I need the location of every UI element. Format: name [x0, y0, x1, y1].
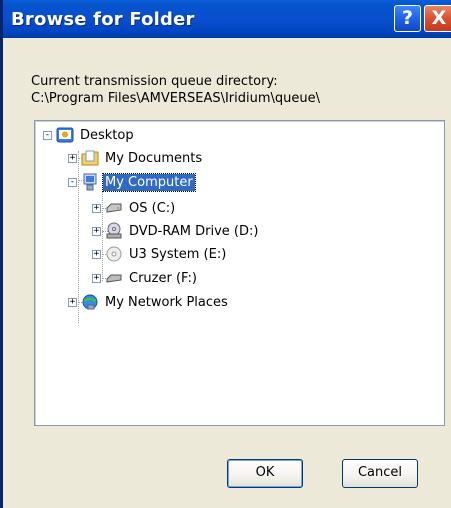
browse-for-folder-dialog: Browse for Folder ? X Current transmissi…	[0, 0, 451, 508]
folder-tree[interactable]: - Desktop + My Documents - My Computer +…	[34, 120, 445, 426]
prompt-line-1: Current transmission queue directory:	[31, 74, 278, 89]
expand-toggle[interactable]: +	[92, 226, 101, 236]
help-button[interactable]: ?	[394, 5, 421, 32]
close-button[interactable]: X	[424, 5, 451, 32]
collapse-toggle[interactable]: -	[68, 177, 77, 187]
hard-drive-icon	[106, 203, 122, 213]
tree-item-label: My Network Places	[105, 294, 228, 310]
tree-item-label: OS (C:)	[129, 200, 176, 216]
tree-item-label: My Documents	[105, 150, 203, 166]
title-bar[interactable]: Browse for Folder ? X	[3, 0, 451, 38]
expand-toggle[interactable]: +	[68, 297, 77, 307]
expand-toggle[interactable]: +	[92, 249, 101, 259]
tree-item-label: Cruzer (F:)	[129, 270, 197, 286]
tree-item-my-network-places[interactable]: + My Network Places	[68, 291, 230, 313]
expand-toggle[interactable]: +	[92, 203, 101, 213]
tree-item-u3-system-e[interactable]: + U3 System (E:)	[92, 243, 228, 265]
tree-item-label: Desktop	[80, 127, 134, 143]
dvd-drive-icon	[106, 222, 122, 239]
removable-drive-icon	[106, 274, 122, 283]
my-computer-icon	[83, 173, 97, 191]
tree-item-my-computer[interactable]: - My Computer	[68, 171, 196, 193]
cancel-button[interactable]: Cancel	[342, 459, 418, 488]
tree-item-label: U3 System (E:)	[129, 246, 227, 262]
desktop-icon	[56, 127, 74, 143]
tree-item-my-documents[interactable]: + My Documents	[68, 147, 204, 169]
tree-item-os-c[interactable]: + OS (C:)	[92, 197, 177, 219]
tree-item-cruzer-f[interactable]: + Cruzer (F:)	[92, 267, 199, 289]
expand-toggle[interactable]: +	[68, 153, 77, 163]
cd-drive-icon	[106, 246, 122, 262]
collapse-toggle[interactable]: -	[43, 130, 52, 140]
tree-item-label: DVD-RAM Drive (D:)	[129, 223, 259, 239]
window-title: Browse for Folder	[11, 9, 195, 30]
expand-toggle[interactable]: +	[92, 273, 101, 283]
ok-button[interactable]: OK	[227, 459, 303, 488]
prompt-text: Current transmission queue directory: C:…	[31, 73, 320, 107]
my-documents-icon	[81, 150, 99, 166]
tree-item-desktop[interactable]: - Desktop	[43, 124, 136, 146]
prompt-line-2: C:\Program Files\AMVERSEAS\Iridium\queue…	[31, 91, 321, 106]
tree-item-dvd-ram-d[interactable]: + DVD-RAM Drive (D:)	[92, 220, 260, 242]
tree-item-label: My Computer	[102, 172, 196, 192]
network-places-icon	[82, 294, 98, 310]
